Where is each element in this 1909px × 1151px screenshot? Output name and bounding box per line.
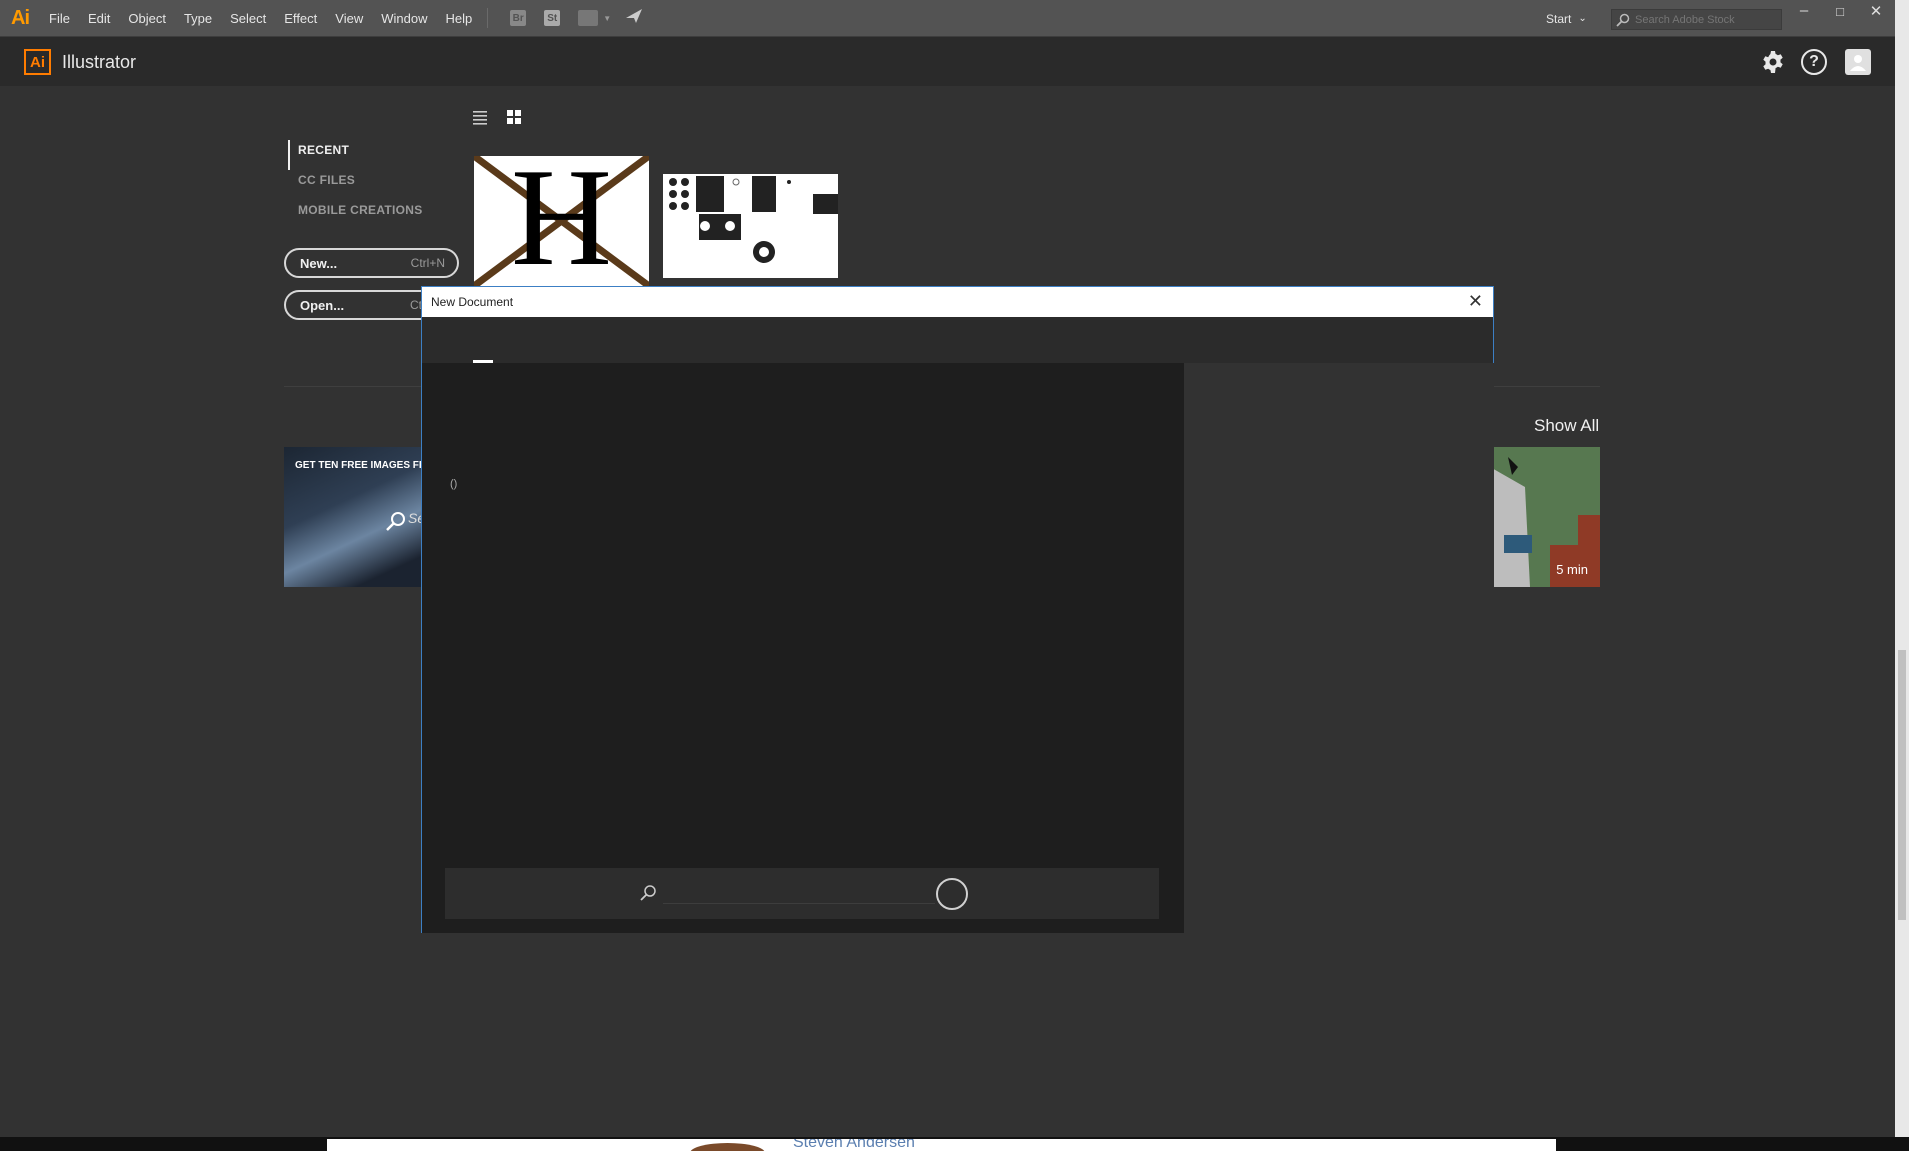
scrollbar[interactable]: [1895, 0, 1909, 1137]
help-icon[interactable]: ?: [1801, 49, 1827, 75]
gear-icon[interactable]: [1760, 49, 1786, 75]
menu-divider: [487, 8, 501, 28]
stock-card-caption: GET TEN FREE IMAGES FROM: [295, 460, 422, 471]
menu-type[interactable]: Type: [175, 0, 221, 37]
new-document-dialog: New Document ✕ (): [421, 286, 1494, 933]
stock-icon[interactable]: St: [544, 10, 561, 26]
dialog-preset-panel: (): [422, 363, 1184, 933]
dialog-close-button[interactable]: ✕: [1468, 291, 1483, 312]
workspace-label: Start: [1546, 11, 1572, 26]
app-name: Illustrator: [62, 52, 137, 72]
nav-recent[interactable]: RECENT: [288, 140, 423, 170]
dialog-search-input[interactable]: [663, 882, 935, 904]
illustrator-logo-icon: Ai: [11, 6, 30, 29]
background-page: Steven Andersen: [327, 1139, 1556, 1151]
recent-file-preview: [669, 176, 838, 263]
start-sidebar: RECENT CC FILES MOBILE CREATIONS: [288, 140, 423, 230]
menu-help[interactable]: Help: [436, 0, 481, 37]
nav-mobile-creations[interactable]: MOBILE CREATIONS: [288, 200, 423, 230]
gpu-performance-icon[interactable]: [625, 8, 643, 29]
new-button[interactable]: New... Ctrl+N: [284, 248, 459, 278]
maximize-button[interactable]: □: [1825, 4, 1855, 19]
workspace-switcher[interactable]: Start ⌄: [1546, 0, 1587, 37]
close-button[interactable]: ✕: [1861, 2, 1891, 20]
bridge-icon[interactable]: Br: [510, 10, 527, 26]
new-button-shortcut: Ctrl+N: [410, 256, 445, 270]
search-icon: [1616, 13, 1630, 27]
search-icon: [386, 512, 405, 531]
search-icon: [640, 885, 656, 901]
menu-select[interactable]: Select: [221, 0, 275, 37]
menu-file[interactable]: File: [40, 0, 79, 37]
adobe-stock-card[interactable]: GET TEN FREE IMAGES FROM Se: [284, 447, 422, 587]
menu-edit[interactable]: Edit: [79, 0, 119, 37]
dialog-details-panel: [1184, 363, 1494, 933]
show-all-link[interactable]: Show All: [1534, 416, 1599, 436]
tutorial-card[interactable]: 5 min: [1490, 447, 1600, 587]
menu-effect[interactable]: Effect: [275, 0, 326, 37]
preset-count: (): [450, 478, 458, 490]
open-button-label: Open...: [300, 297, 345, 313]
menu-window[interactable]: Window: [372, 0, 436, 37]
dialog-titlebar: New Document ✕: [422, 287, 1493, 317]
chevron-down-icon[interactable]: ▼: [603, 14, 611, 23]
dialog-tab-bar: [422, 317, 1493, 363]
grid-view-icon[interactable]: [506, 109, 522, 130]
stock-search-input[interactable]: [1635, 13, 1775, 26]
minimize-button[interactable]: –: [1789, 2, 1819, 19]
dialog-search-bar: [445, 868, 1159, 919]
background-page-strip: Steven Andersen: [0, 1137, 1909, 1151]
avatar-icon[interactable]: [1845, 49, 1871, 75]
dialog-title: New Document: [431, 295, 514, 309]
app-header: Ai Illustrator ?: [0, 37, 1895, 86]
stock-card-search-text: Se: [408, 510, 422, 526]
new-button-label: New...: [300, 255, 338, 271]
arrange-documents-icon[interactable]: [578, 10, 599, 26]
author-name[interactable]: Steven Andersen: [793, 1139, 915, 1151]
recent-file-thumbnail[interactable]: H: [474, 156, 649, 286]
recent-file-thumbnail[interactable]: [663, 174, 838, 278]
menu-object[interactable]: Object: [119, 0, 175, 37]
list-view-icon[interactable]: [472, 109, 488, 130]
stock-search-box[interactable]: [1611, 9, 1782, 30]
dialog-search-go-button[interactable]: [936, 878, 968, 910]
illustrator-logo-icon: Ai: [24, 49, 51, 75]
view-toggle: [472, 109, 522, 130]
author-avatar: [690, 1143, 765, 1151]
nav-cc-files[interactable]: CC FILES: [288, 170, 423, 200]
tutorial-duration: 5 min: [1556, 562, 1588, 577]
menu-view[interactable]: View: [326, 0, 372, 37]
scrollbar-thumb[interactable]: [1898, 650, 1906, 920]
recent-file-monogram: H: [510, 156, 613, 286]
chevron-down-icon: ⌄: [1578, 13, 1587, 24]
